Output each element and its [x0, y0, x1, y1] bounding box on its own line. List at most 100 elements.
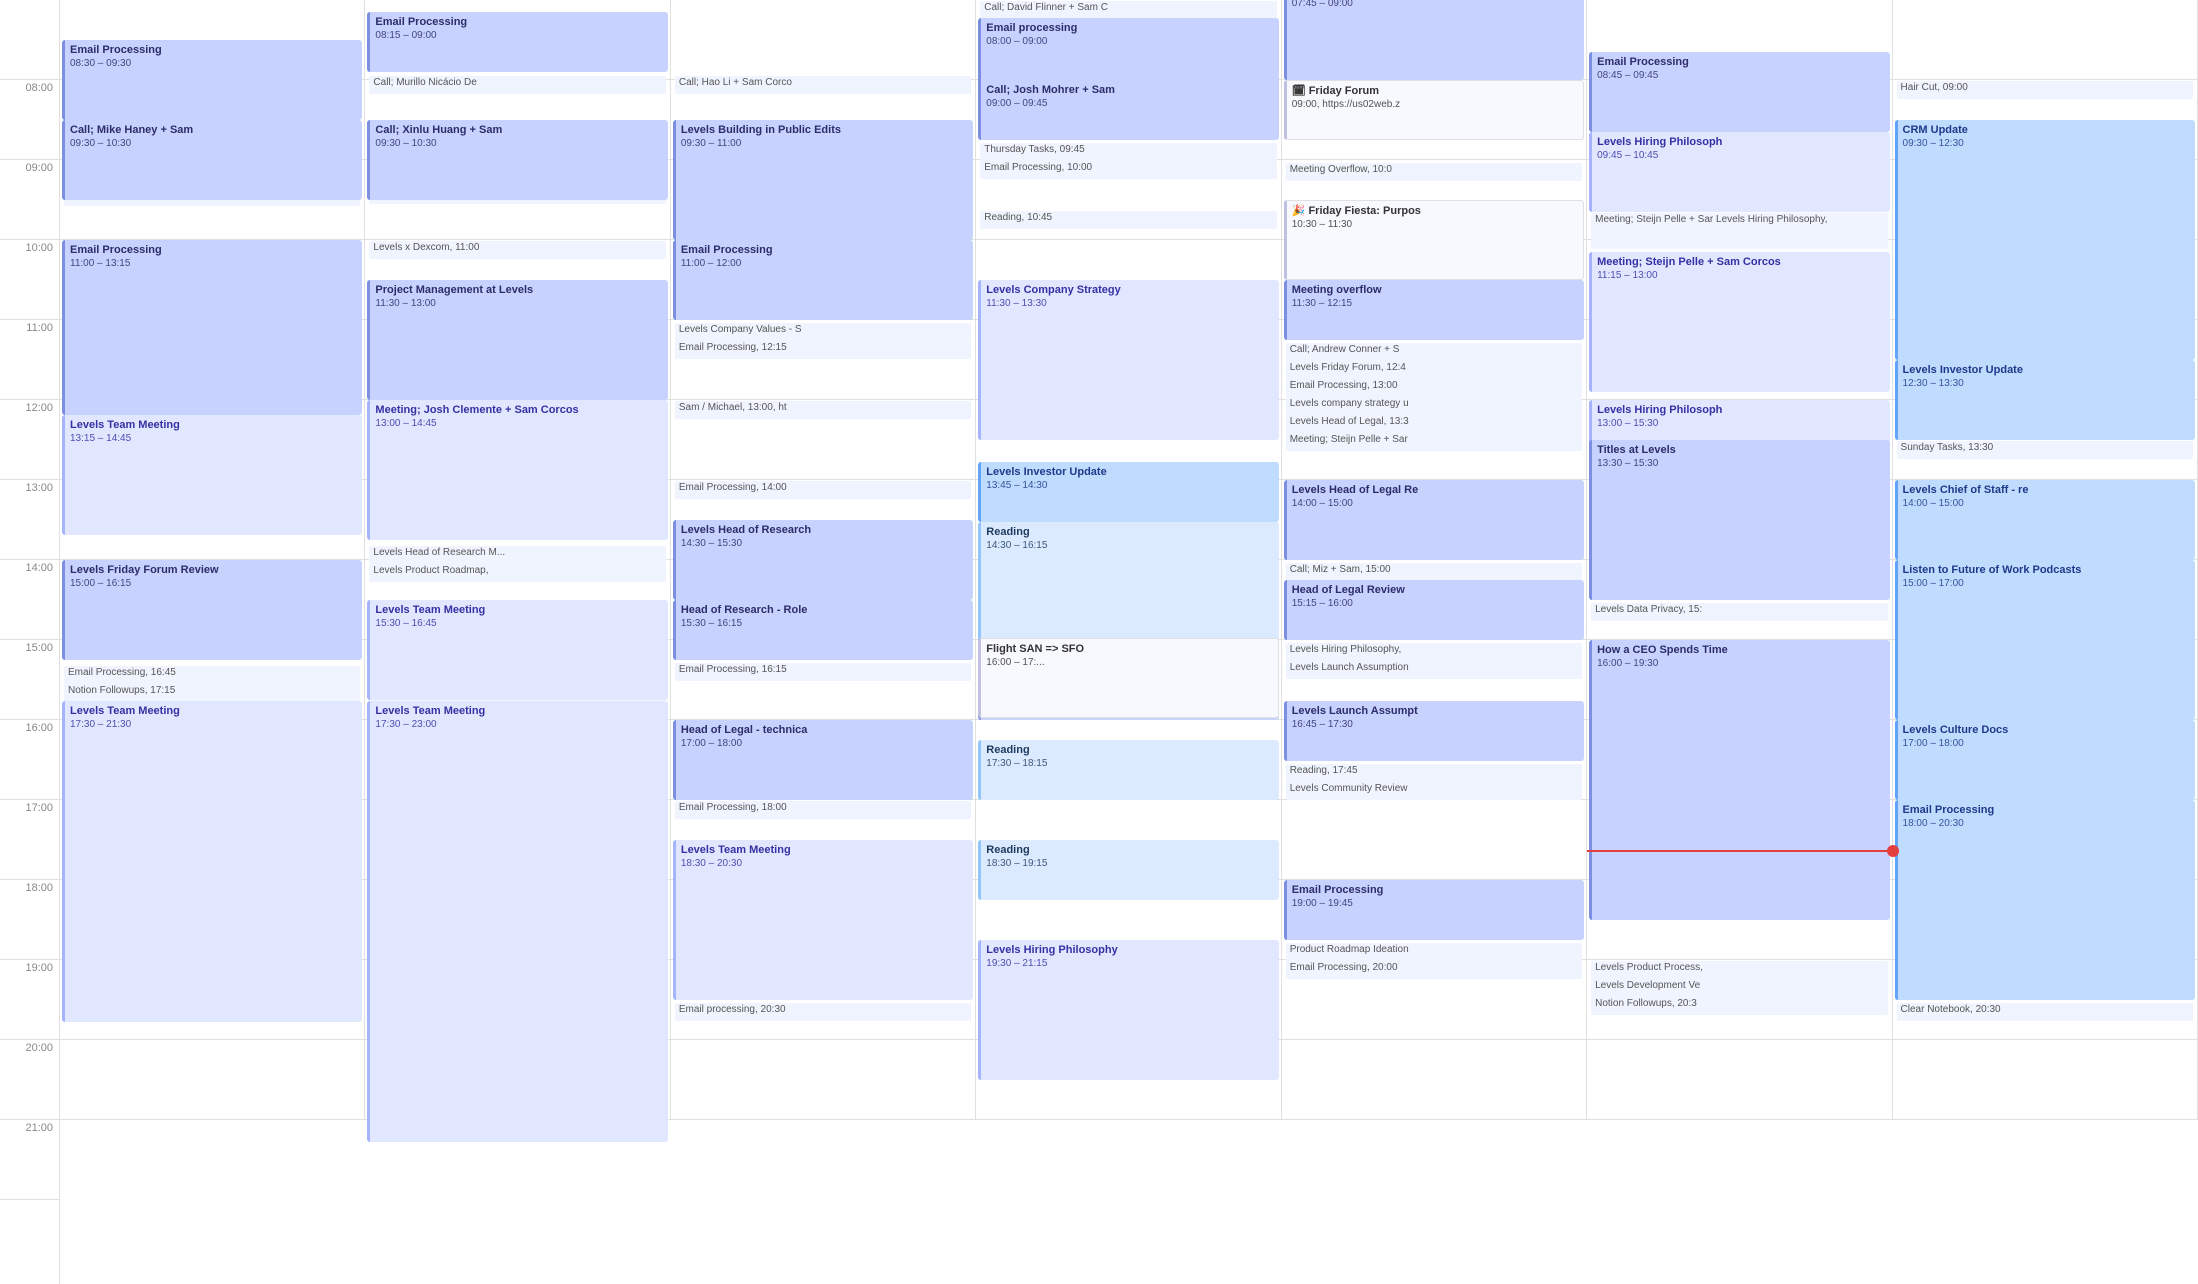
- event-5-10[interactable]: Notion Followups, 20:3: [1591, 997, 1887, 1015]
- event-1-2[interactable]: Call; Xinlu Huang + Sam09:30 – 10:30: [367, 120, 667, 200]
- event-0-0[interactable]: Email Processing08:30 – 09:30: [62, 40, 362, 120]
- event-2-6[interactable]: Email Processing, 14:00: [675, 481, 971, 499]
- day-column-2: Call; Hao Li + Sam Corco Levels Building …: [671, 0, 976, 1120]
- event-5-9[interactable]: Levels Development Ve: [1591, 979, 1887, 997]
- time-label-2100: 21:00: [0, 1120, 59, 1200]
- event-4-21[interactable]: Email Processing, 20:00: [1286, 961, 1582, 979]
- event-3-10[interactable]: Flight SAN => SFO16:00 – 17:...: [978, 638, 1278, 718]
- event-2-11[interactable]: Email Processing, 18:00: [675, 801, 971, 819]
- time-label-1400: 14:00: [0, 560, 59, 640]
- event-6-6[interactable]: Levels Culture Docs17:00 – 18:00: [1895, 720, 2195, 800]
- event-2-5[interactable]: Sam / Michael, 13:00, ht: [675, 401, 971, 419]
- event-2-7[interactable]: Levels Head of Research14:30 – 15:30: [673, 520, 973, 600]
- event-1-5[interactable]: Project Management at Levels11:30 – 13:0…: [367, 280, 667, 400]
- day-column-0: Email Processing08:30 – 09:30Call; Mike …: [60, 0, 365, 1120]
- event-1-9[interactable]: Levels Team Meeting15:30 – 16:45: [367, 600, 667, 700]
- event-5-2[interactable]: Meeting; Steijn Pelle + Sar Levels Hirin…: [1591, 213, 1887, 249]
- event-5-0[interactable]: Email Processing08:45 – 09:45: [1589, 52, 1889, 132]
- time-label-1900: 19:00: [0, 960, 59, 1040]
- event-4-17[interactable]: Reading, 17:45: [1286, 764, 1582, 782]
- event-0-3[interactable]: Email Processing11:00 – 13:15: [62, 240, 362, 415]
- event-4-7[interactable]: Email Processing, 13:00: [1286, 379, 1582, 397]
- event-4-3[interactable]: 🎉 Friday Fiesta: Purpos10:30 – 11:30: [1284, 200, 1584, 280]
- event-3-0[interactable]: Call; David Flinner + Sam C: [980, 1, 1276, 19]
- event-2-12[interactable]: Levels Team Meeting18:30 – 20:30: [673, 840, 973, 1000]
- event-4-15[interactable]: Levels Launch Assumption: [1286, 661, 1582, 679]
- event-4-0[interactable]: Email Processing07:45 – 09:00: [1284, 0, 1584, 80]
- event-3-5[interactable]: Reading, 10:45: [980, 211, 1276, 229]
- event-3-7[interactable]: Levels Investor Update13:45 – 14:30: [978, 462, 1278, 522]
- event-4-6[interactable]: Levels Friday Forum, 12:4: [1286, 361, 1582, 379]
- event-1-4[interactable]: Levels x Dexcom, 11:00: [369, 241, 665, 259]
- time-label-1500: 15:00: [0, 640, 59, 720]
- day-column-1: Email Processing08:15 – 09:00 Call; Muril…: [365, 0, 670, 1120]
- event-2-1[interactable]: Levels Building in Public Edits09:30 – 1…: [673, 120, 973, 240]
- event-1-7[interactable]: Levels Head of Research M...: [369, 546, 665, 564]
- event-1-8[interactable]: Levels Product Roadmap,: [369, 564, 665, 582]
- event-4-4[interactable]: Meeting overflow11:30 – 12:15: [1284, 280, 1584, 340]
- event-5-6[interactable]: Levels Data Privacy, 15:: [1591, 603, 1887, 621]
- event-2-10[interactable]: Head of Legal - technica17:00 – 18:00: [673, 720, 973, 800]
- current-time-dot: [1887, 845, 1899, 857]
- event-3-6[interactable]: Levels Company Strategy11:30 – 13:30: [978, 280, 1278, 440]
- event-6-0[interactable]: Hair Cut, 09:00: [1897, 81, 2193, 99]
- event-6-5[interactable]: Listen to Future of Work Podcasts15:00 –…: [1895, 560, 2195, 720]
- event-3-2[interactable]: Call; Josh Mohrer + Sam09:00 – 09:45: [978, 80, 1278, 140]
- event-6-4[interactable]: Levels Chief of Staff - re14:00 – 15:00: [1895, 480, 2195, 560]
- event-0-6[interactable]: Email Processing, 16:45: [64, 666, 360, 684]
- time-label-1800: 18:00: [0, 880, 59, 960]
- event-5-7[interactable]: How a CEO Spends Time16:00 – 19:30: [1589, 640, 1889, 920]
- event-2-4[interactable]: Email Processing, 12:15: [675, 341, 971, 359]
- day-column-4: Email Processing07:45 – 09:00🗓 Friday Fo…: [1282, 0, 1587, 1120]
- event-5-3[interactable]: Meeting; Steijn Pelle + Sam Corcos11:15 …: [1589, 252, 1889, 392]
- event-3-3[interactable]: Thursday Tasks, 09:45: [980, 143, 1276, 161]
- event-4-20[interactable]: Product Roadmap Ideation: [1286, 943, 1582, 961]
- event-6-2[interactable]: Sunday Tasks, 13:30: [1897, 441, 2193, 459]
- event-3-11[interactable]: Reading17:30 – 18:15: [978, 740, 1278, 800]
- event-4-9[interactable]: Levels Head of Legal, 13:3: [1286, 415, 1582, 433]
- time-label-1600: 16:00: [0, 720, 59, 800]
- event-0-7[interactable]: Notion Followups, 17:15: [64, 684, 360, 702]
- event-4-19[interactable]: Email Processing19:00 – 19:45: [1284, 880, 1584, 940]
- event-4-8[interactable]: Levels company strategy u: [1286, 397, 1582, 415]
- event-0-5[interactable]: Levels Friday Forum Review15:00 – 16:15: [62, 560, 362, 660]
- event-3-4[interactable]: Email Processing, 10:00: [980, 161, 1276, 179]
- day-column-5: Email Processing08:45 – 09:45Levels Hiri…: [1587, 0, 1892, 1120]
- event-4-10[interactable]: Meeting; Steijn Pelle + Sar: [1286, 433, 1582, 451]
- event-1-0[interactable]: Email Processing08:15 – 09:00: [367, 12, 667, 72]
- event-4-1[interactable]: 🗓 Friday Forum09:00, https://us02web.z: [1284, 80, 1584, 140]
- event-2-0[interactable]: Call; Hao Li + Sam Corco: [675, 76, 971, 94]
- event-0-4[interactable]: Levels Team Meeting13:15 – 14:45: [62, 415, 362, 535]
- event-4-11[interactable]: Levels Head of Legal Re14:00 – 15:00: [1284, 480, 1584, 560]
- event-0-1[interactable]: Call; Mike Haney + Sam09:30 – 10:30: [62, 120, 362, 200]
- event-5-5[interactable]: Titles at Levels13:30 – 15:30: [1589, 440, 1889, 600]
- event-2-2[interactable]: Email Processing11:00 – 12:00: [673, 240, 973, 320]
- event-6-7[interactable]: Email Processing18:00 – 20:30: [1895, 800, 2195, 1000]
- event-4-16[interactable]: Levels Launch Assumpt16:45 – 17:30: [1284, 701, 1584, 761]
- event-2-3[interactable]: Levels Company Values - S: [675, 323, 971, 341]
- event-1-6[interactable]: Meeting; Josh Clemente + Sam Corcos13:00…: [367, 400, 667, 540]
- event-3-13[interactable]: Levels Hiring Philosophy19:30 – 21:15: [978, 940, 1278, 1080]
- event-6-1[interactable]: CRM Update09:30 – 12:30: [1895, 120, 2195, 360]
- event-1-12[interactable]: Levels Team Meeting17:30 – 23:00: [367, 701, 667, 1142]
- event-5-8[interactable]: Levels Product Process,: [1591, 961, 1887, 979]
- event-4-12[interactable]: Call; Miz + Sam, 15:00: [1286, 563, 1582, 581]
- event-4-14[interactable]: Levels Hiring Philosophy,: [1286, 643, 1582, 661]
- event-1-1[interactable]: Call; Murillo Nicácio De: [369, 76, 665, 94]
- time-label-800: 08:00: [0, 80, 59, 160]
- event-2-13[interactable]: Email processing, 20:30: [675, 1003, 971, 1021]
- event-4-2[interactable]: Meeting Overflow, 10:0: [1286, 163, 1582, 181]
- time-label-1100: 11:00: [0, 320, 59, 400]
- time-gutter: 08:00 09:00 10:00 11:00 12:00 13:00 14:0…: [0, 0, 60, 1284]
- event-4-18[interactable]: Levels Community Review: [1286, 782, 1582, 800]
- event-4-13[interactable]: Head of Legal Review15:15 – 16:00: [1284, 580, 1584, 640]
- time-label-1700: 17:00: [0, 800, 59, 880]
- event-3-12[interactable]: Reading18:30 – 19:15: [978, 840, 1278, 900]
- event-2-9[interactable]: Email Processing, 16:15: [675, 663, 971, 681]
- event-6-3[interactable]: Levels Investor Update12:30 – 13:30: [1895, 360, 2195, 440]
- event-5-1[interactable]: Levels Hiring Philosoph09:45 – 10:45: [1589, 132, 1889, 212]
- event-6-8[interactable]: Clear Notebook, 20:30: [1897, 1003, 2193, 1021]
- event-4-5[interactable]: Call; Andrew Conner + S: [1286, 343, 1582, 361]
- event-0-8[interactable]: Levels Team Meeting17:30 – 21:30: [62, 701, 362, 1022]
- event-2-8[interactable]: Head of Research - Role15:30 – 16:15: [673, 600, 973, 660]
